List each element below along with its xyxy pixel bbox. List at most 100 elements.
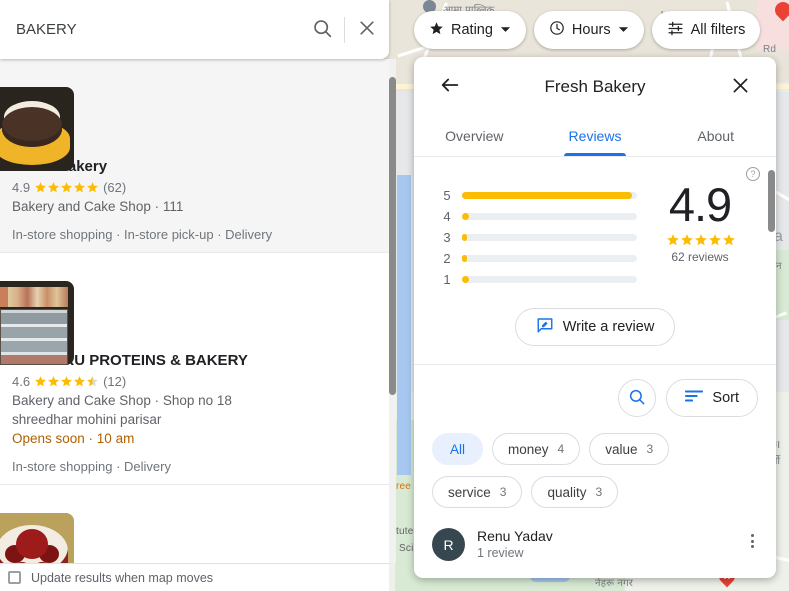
histogram-row[interactable]: 2 bbox=[436, 248, 646, 269]
keyword-chip-label: quality bbox=[547, 484, 587, 500]
histogram-fill bbox=[462, 276, 469, 283]
write-review-button[interactable]: Write a review bbox=[514, 308, 676, 346]
result-rating: 4.9 (62) bbox=[12, 180, 375, 195]
review-author-block: Renu Yadav 1 review bbox=[477, 527, 553, 562]
help-circle-icon[interactable]: ? bbox=[746, 167, 760, 181]
review-list-item[interactable]: R Renu Yadav 1 review bbox=[414, 519, 776, 562]
keyword-chip-count: 4 bbox=[557, 442, 565, 456]
result-thumbnail[interactable] bbox=[0, 281, 74, 365]
chevron-down-icon bbox=[618, 22, 629, 38]
panel-scrollbar-thumb[interactable] bbox=[768, 170, 775, 232]
map-pin[interactable] bbox=[775, 2, 789, 22]
result-rating-stars bbox=[34, 375, 99, 388]
keyword-chip[interactable]: All bbox=[432, 433, 484, 465]
results-scrollbar[interactable] bbox=[389, 59, 396, 563]
histogram-row[interactable]: 5 bbox=[436, 185, 646, 206]
back-button[interactable] bbox=[428, 65, 472, 109]
histogram-row[interactable]: 4 bbox=[436, 206, 646, 227]
keyword-chip[interactable]: service 3 bbox=[432, 476, 523, 508]
search-icon bbox=[628, 388, 646, 409]
panel-header: Fresh Bakery bbox=[414, 57, 776, 116]
review-pencil-icon bbox=[536, 316, 554, 338]
search-input[interactable] bbox=[0, 21, 300, 38]
tune-icon bbox=[667, 20, 684, 41]
star-icon bbox=[60, 375, 73, 388]
star-icon bbox=[34, 375, 47, 388]
sort-label: Sort bbox=[712, 390, 739, 406]
result-review-count: (12) bbox=[103, 374, 127, 389]
panel-close-button[interactable] bbox=[718, 65, 762, 109]
star-icon bbox=[47, 375, 60, 388]
search-submit-button[interactable] bbox=[300, 8, 344, 52]
star-icon bbox=[86, 181, 99, 194]
keyword-chip-count: 3 bbox=[595, 485, 603, 499]
tab-overview[interactable]: Overview bbox=[414, 116, 535, 156]
star-icon bbox=[47, 181, 60, 194]
rating-summary: ? 5 4 3 2 1 4.9 62 reviews bbox=[414, 157, 776, 302]
result-thumbnail[interactable] bbox=[0, 513, 74, 563]
update-results-checkbox[interactable] bbox=[8, 571, 21, 584]
search-reviews-button[interactable] bbox=[618, 379, 657, 417]
histogram-fill bbox=[462, 213, 469, 220]
histogram-row[interactable]: 3 bbox=[436, 227, 646, 248]
star-icon bbox=[694, 233, 707, 246]
review-keyword-chips: All money 4 value 3 service 3 quality 3 bbox=[414, 427, 776, 508]
rating-histogram: 5 4 3 2 1 bbox=[436, 177, 646, 290]
histogram-fill bbox=[462, 255, 467, 262]
result-status: Opens soon · 10 am bbox=[12, 431, 135, 446]
score-summary: 4.9 62 reviews bbox=[646, 177, 754, 290]
result-meta: Bakery and Cake Shop · 111 bbox=[12, 199, 184, 214]
review-author-count: 1 review bbox=[477, 546, 524, 560]
search-clear-button[interactable] bbox=[345, 8, 389, 52]
histogram-track bbox=[462, 213, 637, 220]
keyword-chip[interactable]: quality 3 bbox=[531, 476, 619, 508]
result-services: In-store shopping · Delivery bbox=[12, 459, 171, 474]
filter-chip-hours[interactable]: Hours bbox=[533, 11, 644, 49]
result-rating-value: 4.6 bbox=[12, 374, 31, 389]
star-half-icon bbox=[86, 375, 99, 388]
panel-body: ? 54321 4.9 62 reviews Write a review So… bbox=[414, 157, 776, 578]
filter-chip-label: All filters bbox=[690, 22, 746, 38]
tab-about[interactable]: About bbox=[655, 116, 776, 156]
clock-icon bbox=[549, 20, 565, 40]
result-item[interactable]: Fresh Bakery4.9(62)Bakery and Cake Shop … bbox=[0, 59, 389, 253]
keyword-chip-count: 3 bbox=[499, 485, 507, 499]
more-vert-icon[interactable] bbox=[744, 533, 760, 549]
histogram-track bbox=[462, 234, 637, 241]
histogram-label: 4 bbox=[443, 209, 451, 224]
star-icon bbox=[73, 375, 86, 388]
search-results-list[interactable]: Fresh Bakery4.9(62)Bakery and Cake Shop … bbox=[0, 59, 389, 563]
review-count-label: 62 reviews bbox=[671, 250, 729, 264]
keyword-chip[interactable]: value 3 bbox=[589, 433, 670, 465]
sort-icon bbox=[685, 389, 704, 407]
sort-reviews-button[interactable]: Sort bbox=[666, 379, 758, 417]
star-icon bbox=[708, 233, 721, 246]
histogram-label: 2 bbox=[443, 251, 451, 266]
filter-chip-label: Rating bbox=[451, 22, 493, 38]
results-scrollbar-thumb[interactable] bbox=[389, 77, 396, 395]
result-thumbnail[interactable] bbox=[0, 87, 74, 171]
keyword-chip-label: All bbox=[450, 441, 466, 457]
result-rating-value: 4.9 bbox=[12, 180, 31, 195]
histogram-row[interactable]: 1 bbox=[436, 269, 646, 290]
search-icon bbox=[312, 18, 333, 42]
histogram-fill bbox=[462, 234, 467, 241]
map-label: Sci bbox=[399, 543, 414, 554]
result-services: In-store shopping · In-store pick-up · D… bbox=[12, 227, 273, 242]
star-icon bbox=[666, 233, 679, 246]
panel-scrollbar[interactable] bbox=[768, 170, 775, 370]
result-item[interactable]: Moody's cake5.0(14)Bakery and Cake Shop … bbox=[0, 485, 389, 563]
result-item[interactable]: SATGURU PROTEINS & BAKERY 4.6 (12) Bakery a… bbox=[0, 253, 389, 485]
tab-label: Overview bbox=[445, 128, 504, 144]
keyword-chip-label: value bbox=[605, 441, 638, 457]
star-icon bbox=[73, 181, 86, 194]
avatar-letter: R bbox=[443, 536, 454, 553]
histogram-label: 1 bbox=[443, 272, 451, 287]
tab-label: About bbox=[697, 128, 734, 144]
histogram-fill bbox=[462, 192, 632, 199]
filter-chip-rating[interactable]: Rating bbox=[414, 11, 526, 49]
tab-reviews[interactable]: Reviews bbox=[535, 116, 656, 156]
keyword-chip[interactable]: money 4 bbox=[492, 433, 581, 465]
filter-chip-all-filters[interactable]: All filters bbox=[651, 11, 761, 49]
filter-chip-label: Hours bbox=[571, 22, 611, 38]
